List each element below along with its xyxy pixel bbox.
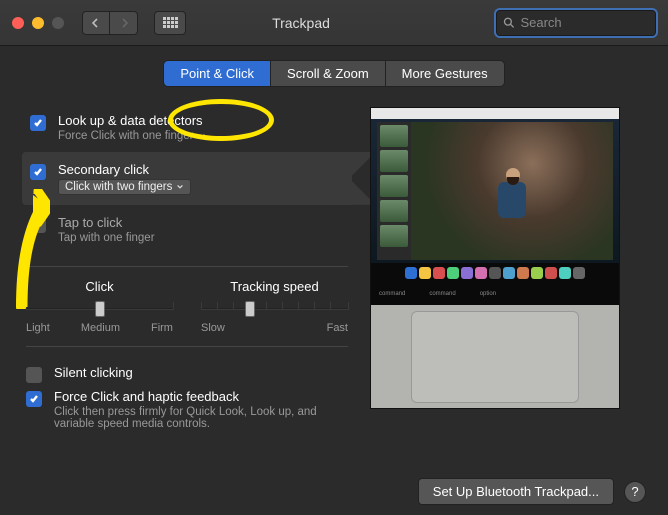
option-lookup-sub: Force Click with one finger — [58, 130, 194, 142]
touchbar-key: command — [379, 291, 405, 297]
option-lookup[interactable]: Look up & data detectors Force Click wit… — [22, 103, 352, 152]
option-force-title: Force Click and haptic feedback — [54, 389, 352, 404]
checkbox-force-click[interactable] — [26, 391, 42, 407]
tab-scroll-and-zoom[interactable]: Scroll & Zoom — [271, 60, 385, 87]
close-window-button[interactable] — [12, 17, 24, 29]
tick-light: Light — [26, 322, 50, 334]
touchbar-key: option — [480, 291, 496, 297]
tick-medium: Medium — [81, 322, 120, 334]
tracking-slider-label: Tracking speed — [230, 279, 318, 294]
tab-point-and-click[interactable]: Point & Click — [163, 60, 271, 87]
preview-column: command command option — [370, 103, 646, 430]
option-lookup-menu[interactable]: Force Click with one finger — [58, 130, 206, 142]
search-icon — [503, 16, 514, 29]
minimize-window-button[interactable] — [32, 17, 44, 29]
options-column: Look up & data detectors Force Click wit… — [22, 103, 352, 430]
gesture-preview: command command option — [370, 107, 620, 409]
content-area: Point & Click Scroll & Zoom More Gesture… — [0, 46, 668, 515]
tracking-slider[interactable] — [201, 300, 348, 316]
search-input[interactable] — [520, 15, 649, 30]
chevron-down-icon — [176, 183, 184, 191]
divider — [26, 346, 348, 347]
option-force-click[interactable]: Force Click and haptic feedback Click th… — [26, 389, 352, 430]
tick-fast: Fast — [327, 322, 348, 334]
traffic-lights — [12, 17, 64, 29]
window-toolbar: Trackpad — [0, 0, 668, 46]
chevron-down-icon — [198, 132, 206, 140]
option-lookup-title: Look up & data detectors — [58, 113, 206, 128]
option-tap-to-click[interactable]: Tap to click Tap with one finger — [22, 205, 352, 254]
option-secondary-click[interactable]: Secondary click Click with two fingers — [22, 152, 352, 205]
click-slider-group: Click Light Medium Firm — [26, 279, 173, 334]
checkbox-secondary-click[interactable] — [30, 164, 46, 180]
window-title: Trackpad — [116, 15, 486, 31]
click-slider[interactable] — [26, 300, 173, 316]
option-secondary-menu[interactable]: Click with two fingers — [58, 179, 191, 195]
divider — [26, 266, 348, 267]
checkbox-tap-to-click[interactable] — [30, 217, 46, 233]
click-slider-knob[interactable] — [95, 301, 105, 317]
zoom-window-button[interactable] — [52, 17, 64, 29]
option-secondary-title: Secondary click — [58, 162, 191, 177]
tab-more-gestures[interactable]: More Gestures — [385, 60, 505, 87]
touchbar-key: command — [429, 291, 455, 297]
option-tap-sub: Tap with one finger — [58, 232, 155, 244]
option-silent-clicking[interactable]: Silent clicking — [26, 365, 352, 383]
option-secondary-sub: Click with two fingers — [65, 181, 172, 193]
back-button[interactable] — [82, 11, 110, 35]
click-slider-label: Click — [85, 279, 113, 294]
tracking-slider-group: Tracking speed Slow Fast — [201, 279, 348, 334]
footer: Set Up Bluetooth Trackpad... ? — [418, 478, 646, 505]
option-force-desc: Click then press firmly for Quick Look, … — [54, 406, 352, 430]
settings-tabs: Point & Click Scroll & Zoom More Gesture… — [22, 60, 646, 87]
checkbox-lookup[interactable] — [30, 115, 46, 131]
option-silent-title: Silent clicking — [54, 365, 133, 380]
tick-slow: Slow — [201, 322, 225, 334]
checkbox-silent-clicking[interactable] — [26, 367, 42, 383]
tick-firm: Firm — [151, 322, 173, 334]
tracking-slider-knob[interactable] — [245, 301, 255, 317]
setup-bluetooth-trackpad-button[interactable]: Set Up Bluetooth Trackpad... — [418, 478, 614, 505]
help-button[interactable]: ? — [624, 481, 646, 503]
search-field[interactable] — [496, 10, 656, 36]
sliders-row: Click Light Medium Firm Tracking speed — [22, 279, 352, 334]
option-tap-title: Tap to click — [58, 215, 155, 230]
